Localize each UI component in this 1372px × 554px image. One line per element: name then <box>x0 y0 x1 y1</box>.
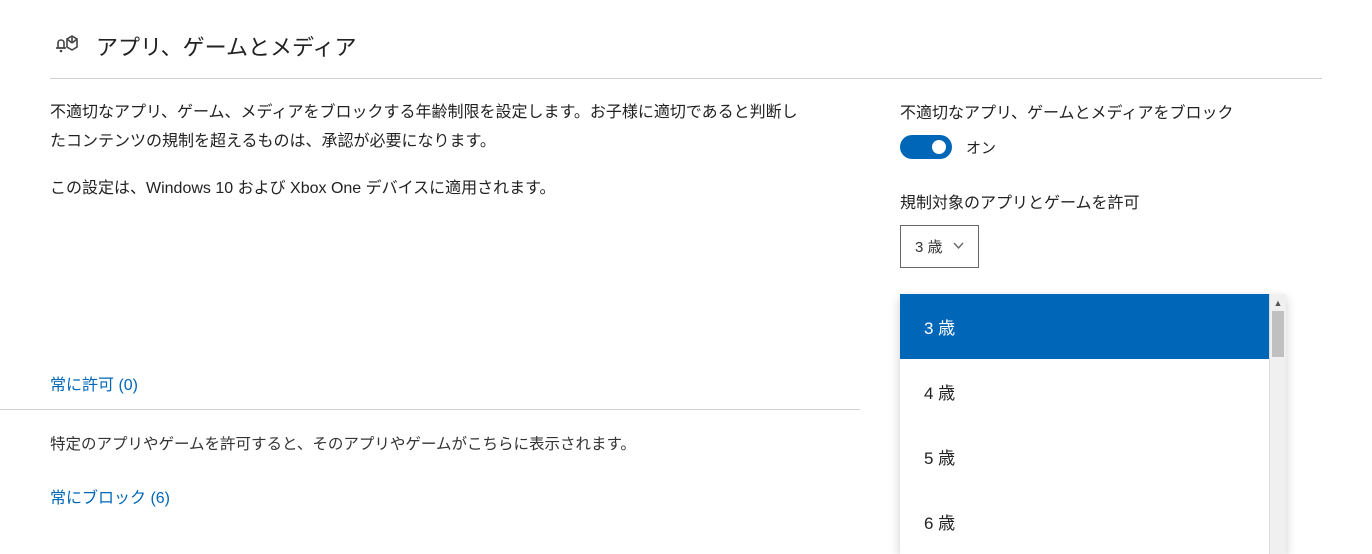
age-dropdown: 3 歳 4 歳 5 歳 6 歳 ▲ <box>900 294 1286 554</box>
dropdown-scrollbar[interactable]: ▲ <box>1269 294 1286 554</box>
block-toggle-label: 不適切なアプリ、ゲームとメディアをブロック <box>900 99 1300 123</box>
apps-media-icon <box>50 31 80 61</box>
description-paragraph-1: 不適切なアプリ、ゲーム、メディアをブロックする年齢制限を設定します。お子様に適切… <box>50 99 810 157</box>
block-toggle[interactable] <box>900 135 952 159</box>
allow-note: 特定のアプリやゲームを許可すると、そのアプリやゲームがこちらに表示されます。 <box>50 432 810 454</box>
section-header: アプリ、ゲームとメディア <box>50 30 1322 79</box>
age-option[interactable]: 5 歳 <box>900 424 1286 489</box>
age-option[interactable]: 3 歳 <box>900 294 1286 359</box>
age-allow-label: 規制対象のアプリとゲームを許可 <box>900 189 1300 213</box>
age-select-value: 3 歳 <box>915 236 943 257</box>
age-option[interactable]: 6 歳 <box>900 489 1286 554</box>
age-select[interactable]: 3 歳 <box>900 225 979 268</box>
divider <box>0 409 860 410</box>
always-block-link[interactable]: 常にブロック (6) <box>50 484 170 508</box>
block-toggle-state: オン <box>966 137 996 158</box>
scroll-up-icon[interactable]: ▲ <box>1270 294 1286 311</box>
always-allow-link[interactable]: 常に許可 (0) <box>50 371 138 395</box>
chevron-down-icon <box>953 238 964 255</box>
scroll-thumb[interactable] <box>1272 311 1284 357</box>
section-title: アプリ、ゲームとメディア <box>96 30 356 62</box>
age-option[interactable]: 4 歳 <box>900 359 1286 424</box>
description-paragraph-2: この設定は、Windows 10 および Xbox One デバイスに適用されま… <box>50 175 810 204</box>
